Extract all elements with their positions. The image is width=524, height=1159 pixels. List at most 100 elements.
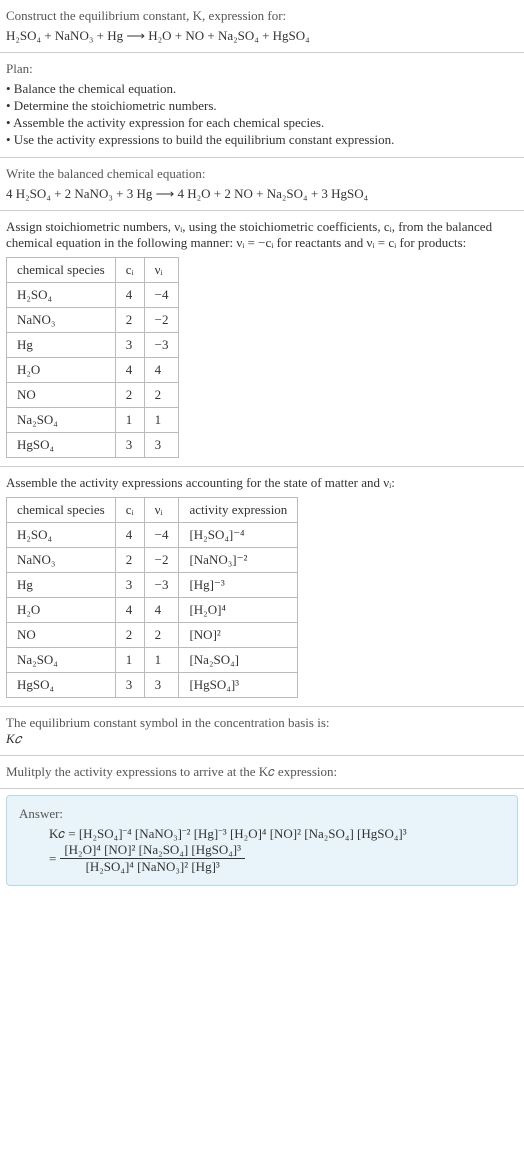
col-ci: cᵢ	[115, 258, 144, 283]
cell: [HgSO₄]³	[179, 673, 298, 698]
cell: 3	[115, 333, 144, 358]
cell: 3	[144, 433, 179, 458]
table-row: Na₂SO₄11[Na₂SO₄]	[7, 648, 298, 673]
construct-title: Construct the equilibrium constant, K, e…	[6, 8, 518, 24]
fraction-numerator: [H₂O]⁴ [NO]² [Na₂SO₄] [HgSO₄]³	[60, 842, 245, 859]
cell: 3	[115, 433, 144, 458]
table-row: HgSO₄33	[7, 433, 179, 458]
table-row: H₂O44[H₂O]⁴	[7, 598, 298, 623]
cell: 4	[115, 283, 144, 308]
kc-lhs: K𝑐 =	[49, 826, 79, 841]
cell: NO	[7, 623, 116, 648]
section-multiply: Mulitply the activity expressions to arr…	[0, 756, 524, 789]
cell: −3	[144, 333, 179, 358]
answer-label: Answer:	[19, 806, 505, 822]
cell: NO	[7, 383, 116, 408]
cell: 2	[144, 383, 179, 408]
cell: 2	[115, 548, 144, 573]
cell: [NaNO₃]⁻²	[179, 548, 298, 573]
plan-item: • Assemble the activity expression for e…	[6, 115, 518, 131]
cell: 4	[115, 598, 144, 623]
construct-equation: H₂SO₄ + NaNO₃ + Hg ⟶ H₂O + NO + Na₂SO₄ +…	[6, 28, 518, 44]
cell: 4	[115, 523, 144, 548]
section-plan: Plan: • Balance the chemical equation. •…	[0, 53, 524, 158]
cell: 1	[144, 408, 179, 433]
cell: 4	[144, 358, 179, 383]
col-vi: νᵢ	[144, 258, 179, 283]
fraction: [H₂O]⁴ [NO]² [Na₂SO₄] [HgSO₄]³ [H₂SO₄]⁴ …	[60, 842, 245, 875]
fraction-denominator: [H₂SO₄]⁴ [NaNO₃]² [Hg]³	[60, 859, 245, 875]
table-row: H₂SO₄4−4	[7, 283, 179, 308]
cell: H₂O	[7, 598, 116, 623]
cell: 3	[115, 673, 144, 698]
cell: Na₂SO₄	[7, 648, 116, 673]
activity-intro: Assemble the activity expressions accoun…	[6, 475, 518, 491]
balanced-equation: 4 H₂SO₄ + 2 NaNO₃ + 3 Hg ⟶ 4 H₂O + 2 NO …	[6, 186, 518, 202]
table-row: NaNO₃2−2	[7, 308, 179, 333]
kc-product: [H₂SO₄]⁻⁴ [NaNO₃]⁻² [Hg]⁻³ [H₂O]⁴ [NO]² …	[79, 826, 407, 841]
cell: 2	[115, 623, 144, 648]
cell: Na₂SO₄	[7, 408, 116, 433]
table-row: H₂O44	[7, 358, 179, 383]
cell: 2	[115, 383, 144, 408]
plan-title: Plan:	[6, 61, 518, 77]
cell: HgSO₄	[7, 673, 116, 698]
cell: HgSO₄	[7, 433, 116, 458]
cell: 2	[144, 623, 179, 648]
cell: 1	[115, 648, 144, 673]
table-row: Na₂SO₄11	[7, 408, 179, 433]
col-vi: νᵢ	[144, 498, 179, 523]
cell: −4	[144, 523, 179, 548]
col-activity: activity expression	[179, 498, 298, 523]
stoich-intro: Assign stoichiometric numbers, νᵢ, using…	[6, 219, 518, 251]
table-row: NaNO₃2−2[NaNO₃]⁻²	[7, 548, 298, 573]
section-activity: Assemble the activity expressions accoun…	[0, 467, 524, 707]
cell: 4	[115, 358, 144, 383]
cell: H₂O	[7, 358, 116, 383]
table-header-row: chemical species cᵢ νᵢ	[7, 258, 179, 283]
plan-item: • Balance the chemical equation.	[6, 81, 518, 97]
eq-prefix: =	[49, 851, 56, 867]
answer-line1: K𝑐 = [H₂SO₄]⁻⁴ [NaNO₃]⁻² [Hg]⁻³ [H₂O]⁴ […	[49, 826, 505, 842]
section-stoich: Assign stoichiometric numbers, νᵢ, using…	[0, 211, 524, 467]
table-header-row: chemical species cᵢ νᵢ activity expressi…	[7, 498, 298, 523]
section-balanced: Write the balanced chemical equation: 4 …	[0, 158, 524, 211]
multiply-title: Mulitply the activity expressions to arr…	[6, 764, 518, 780]
plan-list: • Balance the chemical equation. • Deter…	[6, 81, 518, 148]
plan-item: • Determine the stoichiometric numbers.	[6, 98, 518, 114]
cell: −2	[144, 548, 179, 573]
cell: NaNO₃	[7, 308, 116, 333]
cell: −2	[144, 308, 179, 333]
balanced-title: Write the balanced chemical equation:	[6, 166, 518, 182]
section-kc-symbol: The equilibrium constant symbol in the c…	[0, 707, 524, 756]
cell: 1	[144, 648, 179, 673]
table-row: NO22	[7, 383, 179, 408]
kc-title: The equilibrium constant symbol in the c…	[6, 715, 518, 731]
plan-item: • Use the activity expressions to build …	[6, 132, 518, 148]
cell: 3	[144, 673, 179, 698]
cell: Hg	[7, 333, 116, 358]
cell: [Hg]⁻³	[179, 573, 298, 598]
activity-table: chemical species cᵢ νᵢ activity expressi…	[6, 497, 298, 698]
cell: 2	[115, 308, 144, 333]
kc-symbol: K𝑐	[6, 731, 518, 747]
table-row: Hg3−3[Hg]⁻³	[7, 573, 298, 598]
cell: [Na₂SO₄]	[179, 648, 298, 673]
construct-title-text: Construct the equilibrium constant, K, e…	[6, 8, 286, 23]
answer-line2: = [H₂O]⁴ [NO]² [Na₂SO₄] [HgSO₄]³ [H₂SO₄]…	[49, 842, 505, 875]
cell: H₂SO₄	[7, 523, 116, 548]
col-species: chemical species	[7, 498, 116, 523]
table-row: Hg3−3	[7, 333, 179, 358]
table-row: H₂SO₄4−4[H₂SO₄]⁻⁴	[7, 523, 298, 548]
cell: H₂SO₄	[7, 283, 116, 308]
cell: Hg	[7, 573, 116, 598]
answer-box: Answer: K𝑐 = [H₂SO₄]⁻⁴ [NaNO₃]⁻² [Hg]⁻³ …	[6, 795, 518, 886]
cell: [H₂SO₄]⁻⁴	[179, 523, 298, 548]
col-species: chemical species	[7, 258, 116, 283]
cell: 3	[115, 573, 144, 598]
section-construct: Construct the equilibrium constant, K, e…	[0, 0, 524, 53]
table-row: HgSO₄33[HgSO₄]³	[7, 673, 298, 698]
cell: −4	[144, 283, 179, 308]
cell: [H₂O]⁴	[179, 598, 298, 623]
cell: NaNO₃	[7, 548, 116, 573]
